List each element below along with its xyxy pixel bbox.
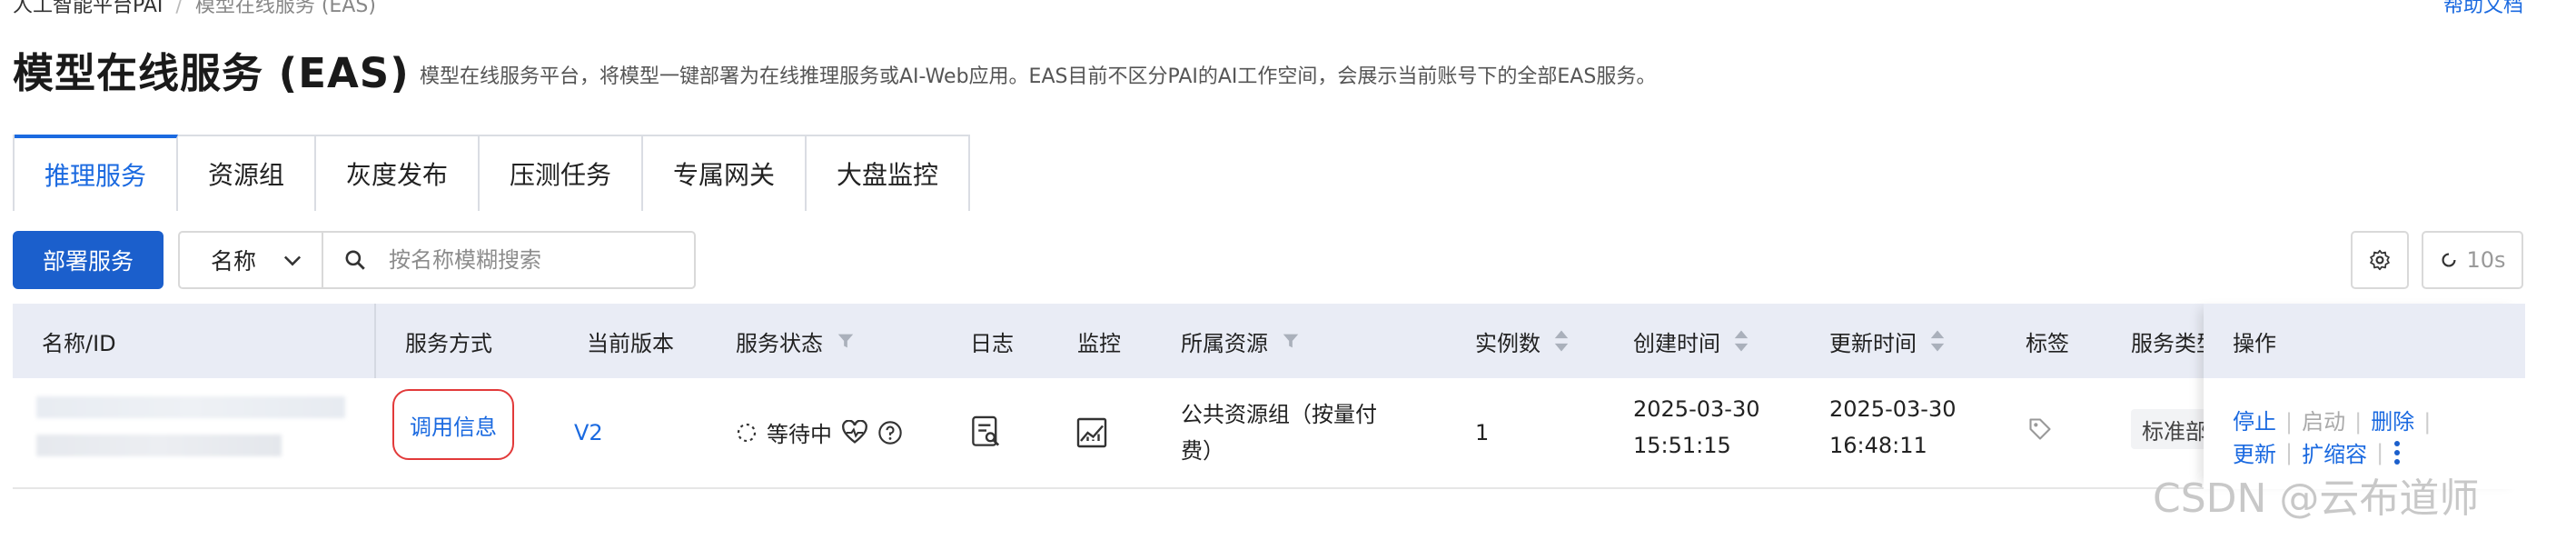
start-button[interactable]: 启动 — [2302, 409, 2345, 435]
col-log: 日志 — [970, 330, 1014, 356]
col-resource: 所属资源 — [1181, 304, 1301, 378]
col-service-status: 服务状态 — [736, 304, 856, 378]
created-time: 15:51:15 — [1633, 433, 1731, 458]
delete-button[interactable]: 删除 — [2371, 409, 2414, 435]
filter-field-value: 名称 — [211, 248, 257, 275]
log-icon[interactable] — [970, 415, 1003, 449]
health-check-icon[interactable] — [841, 419, 868, 445]
actions-column: 操作 停止 | 启动 | 删除 | 更新 | 扩缩容 | — [2204, 304, 2525, 489]
actions-column-header: 操作 — [2204, 304, 2525, 378]
deploy-service-button[interactable]: 部署服务 — [13, 231, 163, 289]
column-divider[interactable] — [374, 304, 376, 378]
instance-count: 1 — [1475, 420, 1490, 445]
col-service-mode: 服务方式 — [405, 330, 492, 356]
page-subtitle: 模型在线服务平台，将模型一键部署为在线推理服务或AI-Web应用。EAS目前不区… — [420, 65, 1657, 88]
breadcrumb-separator: / — [175, 0, 183, 17]
resource-line-1: 公共资源组（按量付 — [1181, 402, 1377, 427]
col-updated-time-label: 更新时间 — [1829, 330, 1917, 356]
tab-dedicated-gateway[interactable]: 专属网关 — [643, 136, 807, 211]
col-name-id: 名称/ID — [42, 330, 116, 356]
breadcrumb: 人工智能平台PAI / 模型在线服务 (EAS) — [13, 0, 376, 18]
help-icon[interactable] — [877, 420, 903, 445]
search-icon — [345, 250, 365, 270]
service-status: 等待中 — [736, 416, 903, 448]
status-text: 等待中 — [767, 422, 832, 447]
filter-icon[interactable] — [836, 331, 856, 351]
row-divider — [13, 487, 2525, 489]
col-resource-label: 所属资源 — [1181, 330, 1268, 356]
refresh-interval: 10s — [2466, 247, 2506, 273]
refresh-button[interactable]: 10s — [2422, 231, 2523, 289]
table-header: 名称/ID 服务方式 当前版本 服务状态 日志 监控 所属资源 实例数 创建时间… — [13, 304, 2525, 378]
chevron-down-icon — [283, 255, 302, 266]
updated-date: 2025-03-30 — [1829, 396, 1957, 422]
col-current-version: 当前版本 — [587, 330, 674, 356]
search-box — [322, 231, 696, 289]
page-title: 模型在线服务 (EAS) — [13, 49, 410, 97]
stop-button[interactable]: 停止 — [2233, 409, 2276, 435]
tab-resource-group[interactable]: 资源组 — [178, 136, 316, 211]
sort-icon[interactable] — [1553, 329, 1570, 353]
actions-row-2: 更新 | 扩缩容 | — [2233, 436, 2402, 468]
col-monitor: 监控 — [1077, 330, 1121, 356]
update-button[interactable]: 更新 — [2233, 436, 2276, 468]
sort-icon[interactable] — [1929, 329, 1946, 353]
col-created-time-label: 创建时间 — [1633, 330, 1720, 356]
breadcrumb-root[interactable]: 人工智能平台PAI — [13, 0, 163, 17]
tag-icon[interactable] — [2027, 416, 2053, 442]
col-service-status-label: 服务状态 — [736, 330, 823, 356]
monitor-chart-icon[interactable] — [1075, 416, 1108, 449]
col-instances: 实例数 — [1475, 304, 1570, 378]
tab-canary-release[interactable]: 灰度发布 — [316, 136, 480, 211]
filter-icon[interactable] — [1281, 331, 1301, 351]
service-name-redacted[interactable] — [36, 396, 345, 418]
col-created-time: 创建时间 — [1633, 304, 1749, 378]
search-input[interactable] — [387, 246, 681, 274]
version-link[interactable]: V2 — [574, 420, 603, 445]
breadcrumb-current: 模型在线服务 (EAS) — [194, 0, 376, 17]
help-docs-link[interactable]: 帮助文档 — [2443, 0, 2523, 18]
col-updated-time: 更新时间 — [1829, 304, 1946, 378]
settings-button[interactable] — [2351, 231, 2409, 289]
tab-stress-test[interactable]: 压测任务 — [480, 136, 643, 211]
col-actions: 操作 — [2233, 330, 2276, 356]
updated-time: 16:48:11 — [1829, 433, 1927, 458]
col-instances-label: 实例数 — [1475, 330, 1541, 356]
gear-icon — [2370, 249, 2390, 271]
sort-icon[interactable] — [1733, 329, 1749, 353]
loading-spinner-icon — [737, 423, 757, 442]
tab-bar: 推理服务 资源组 灰度发布 压测任务 专属网关 大盘监控 — [13, 135, 970, 211]
service-id-redacted — [36, 435, 282, 456]
created-date: 2025-03-30 — [1633, 396, 1760, 422]
tab-inference-service[interactable]: 推理服务 — [15, 135, 178, 211]
call-info-link[interactable]: 调用信息 — [392, 389, 514, 460]
watermark: CSDN @云布道师 — [2153, 475, 2480, 522]
filter-field-select[interactable]: 名称 — [178, 231, 323, 289]
actions-row-1: 停止 | 启动 | 删除 | — [2233, 409, 2432, 435]
tab-dashboard-monitor[interactable]: 大盘监控 — [807, 136, 968, 211]
resource-line-2: 费） — [1181, 438, 1224, 464]
more-options-icon[interactable] — [2393, 439, 2402, 466]
col-tags: 标签 — [2026, 330, 2069, 356]
refresh-icon — [2442, 253, 2456, 267]
scale-button[interactable]: 扩缩容 — [2302, 436, 2367, 468]
